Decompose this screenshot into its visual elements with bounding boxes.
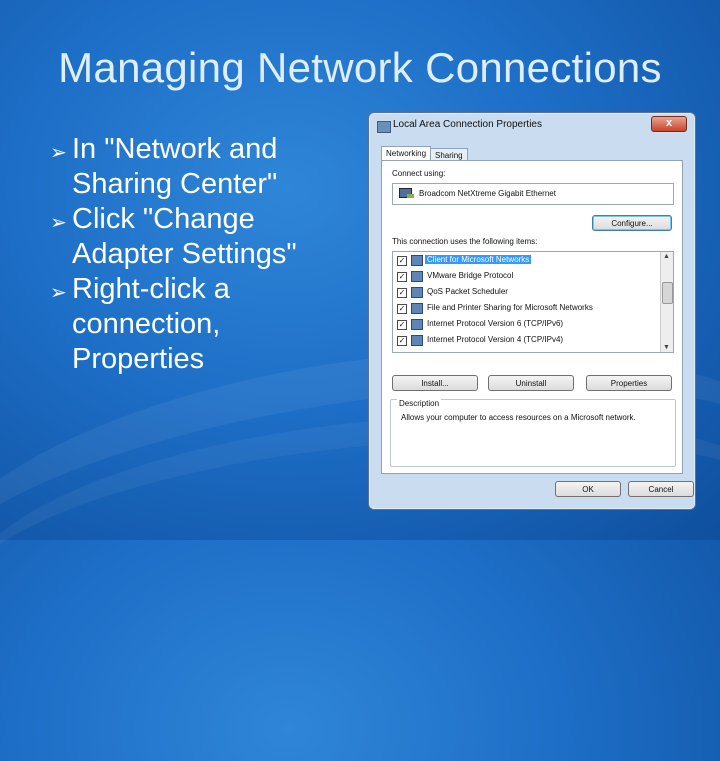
adapter-name: Broadcom NetXtreme Gigabit Ethernet (419, 189, 556, 198)
item-checkbox[interactable]: ✓ (397, 288, 407, 298)
item-label: Internet Protocol Version 4 (TCP/IPv4) (427, 335, 564, 344)
protocol-icon (411, 319, 423, 330)
configure-button[interactable]: Configure... (592, 215, 672, 231)
arrow-bullet-icon: ➢ (50, 282, 67, 304)
bullet-text: Click "Change Adapter Settings" (72, 203, 297, 270)
description-title: Description (397, 399, 442, 408)
slide-title: Managing Network Connections (58, 44, 662, 91)
list-scrollbar[interactable]: ▲ ▼ (660, 252, 673, 352)
item-label: Internet Protocol Version 6 (TCP/IPv6) (427, 319, 564, 328)
ok-button[interactable]: OK (555, 481, 621, 497)
item-checkbox[interactable]: ✓ (397, 304, 407, 314)
list-item[interactable]: ✓ Client for Microsoft Networks (393, 252, 673, 268)
arrow-bullet-icon: ➢ (50, 142, 67, 164)
list-item[interactable]: ✓ Internet Protocol Version 6 (TCP/IPv6) (393, 316, 673, 332)
bullet-list: ➢ In "Network and Sharing Center" ➢ Clic… (50, 132, 350, 377)
bullet-item: ➢ Right-click a connection, Properties (50, 272, 350, 377)
arrow-bullet-icon: ➢ (50, 212, 67, 234)
item-checkbox[interactable]: ✓ (397, 320, 407, 330)
properties-dialog: Local Area Connection Properties x Netwo… (368, 112, 696, 510)
client-icon (411, 255, 423, 266)
connect-using-label: Connect using: (392, 169, 446, 178)
item-label: File and Printer Sharing for Microsoft N… (427, 303, 593, 312)
item-checkbox[interactable]: ✓ (397, 336, 407, 346)
item-checkbox[interactable]: ✓ (397, 256, 407, 266)
list-item[interactable]: ✓ Internet Protocol Version 4 (TCP/IPv4) (393, 332, 673, 348)
bullet-text: In "Network and Sharing Center" (72, 133, 278, 200)
item-label: Client for Microsoft Networks (425, 255, 532, 264)
items-list: ✓ Client for Microsoft Networks ✓ VMware… (392, 251, 674, 353)
networking-panel: Connect using: Broadcom NetXtreme Gigabi… (381, 160, 683, 474)
network-icon (377, 121, 391, 133)
protocol-icon (411, 271, 423, 282)
install-button[interactable]: Install... (392, 375, 478, 391)
item-label: QoS Packet Scheduler (427, 287, 508, 296)
bullet-item: ➢ In "Network and Sharing Center" (50, 132, 350, 202)
description-group: Description Allows your computer to acce… (390, 399, 676, 467)
uninstall-button[interactable]: Uninstall (488, 375, 574, 391)
close-button[interactable]: x (651, 116, 687, 132)
service-icon (411, 303, 423, 314)
list-item[interactable]: ✓ QoS Packet Scheduler (393, 284, 673, 300)
properties-button[interactable]: Properties (586, 375, 672, 391)
item-checkbox[interactable]: ✓ (397, 272, 407, 282)
scroll-down-icon[interactable]: ▼ (663, 344, 670, 351)
tab-bar: Networking Sharing (381, 144, 468, 162)
bullet-item: ➢ Click "Change Adapter Settings" (50, 202, 350, 272)
list-item[interactable]: ✓ VMware Bridge Protocol (393, 268, 673, 284)
service-icon (411, 287, 423, 298)
bullet-text: Right-click a connection, Properties (72, 273, 230, 375)
scroll-thumb[interactable] (662, 282, 673, 304)
items-label: This connection uses the following items… (392, 237, 538, 246)
dialog-title: Local Area Connection Properties (393, 119, 542, 130)
list-item[interactable]: ✓ File and Printer Sharing for Microsoft… (393, 300, 673, 316)
protocol-icon (411, 335, 423, 346)
network-adapter-icon (399, 188, 414, 199)
item-label: VMware Bridge Protocol (427, 271, 514, 280)
dialog-titlebar[interactable]: Local Area Connection Properties x (369, 113, 695, 139)
description-text: Allows your computer to access resources… (401, 413, 636, 422)
cancel-button[interactable]: Cancel (628, 481, 694, 497)
scroll-up-icon[interactable]: ▲ (663, 253, 670, 260)
adapter-box: Broadcom NetXtreme Gigabit Ethernet (392, 183, 674, 205)
